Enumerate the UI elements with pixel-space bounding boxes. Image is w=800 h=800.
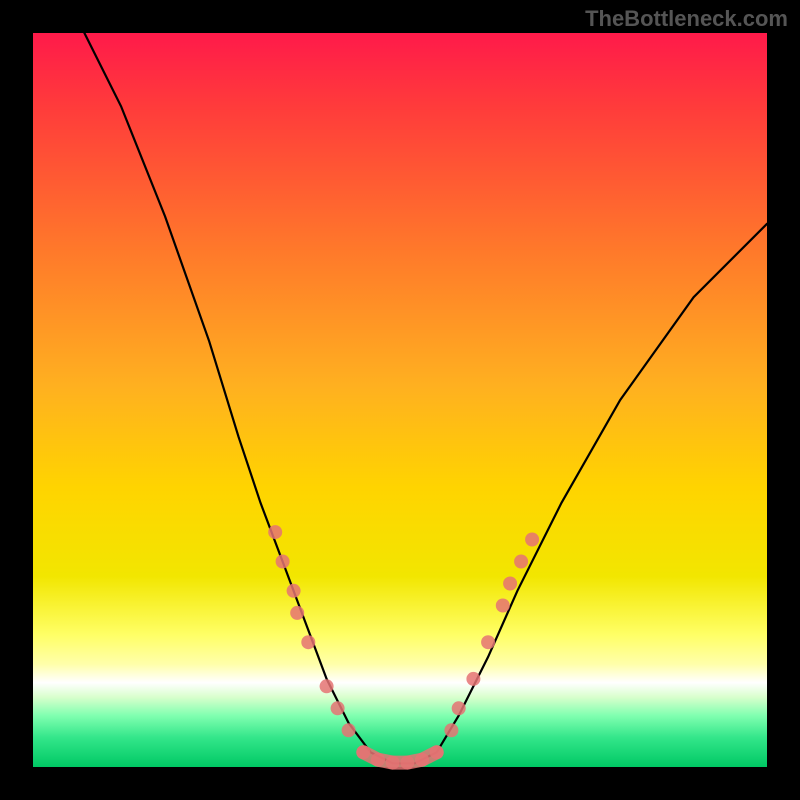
- data-point: [320, 679, 334, 693]
- data-point: [301, 635, 315, 649]
- data-point: [496, 599, 510, 613]
- data-point: [444, 723, 458, 737]
- data-point: [452, 701, 466, 715]
- data-point: [525, 533, 539, 547]
- watermark-text: TheBottleneck.com: [585, 6, 788, 32]
- chart-svg: [0, 0, 800, 800]
- data-point: [276, 555, 290, 569]
- plot-background: [33, 33, 767, 767]
- data-point: [503, 577, 517, 591]
- data-point: [466, 672, 480, 686]
- data-point: [342, 723, 356, 737]
- data-point: [514, 555, 528, 569]
- data-point: [268, 525, 282, 539]
- data-point: [287, 584, 301, 598]
- data-point: [290, 606, 304, 620]
- data-point: [331, 701, 345, 715]
- chart-container: TheBottleneck.com: [0, 0, 800, 800]
- data-point: [481, 635, 495, 649]
